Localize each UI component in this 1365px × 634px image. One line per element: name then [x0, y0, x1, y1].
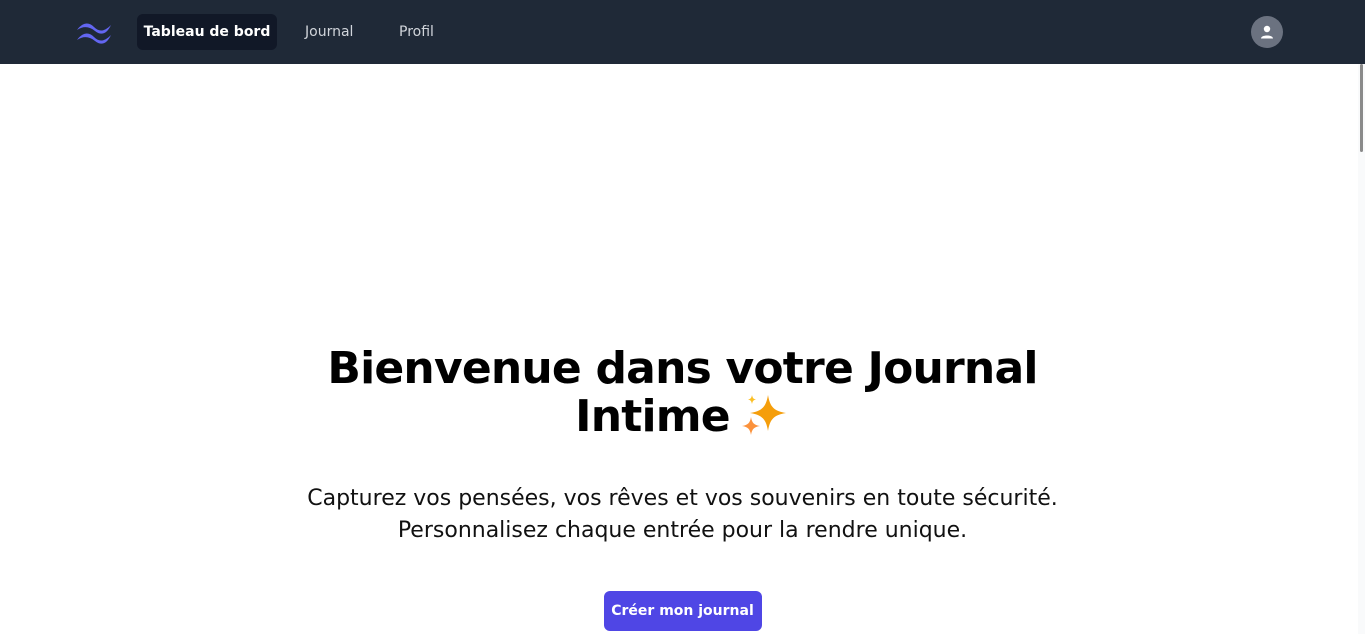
hero-subtitle-line-2: Personnalisez chaque entrée pour la rend…: [397, 518, 968, 543]
nav-tab-dashboard[interactable]: Tableau de bord: [137, 14, 277, 50]
create-journal-button[interactable]: Créer mon journal: [603, 591, 762, 631]
nav-tab-journal[interactable]: Journal: [293, 14, 365, 50]
user-avatar-button[interactable]: [1251, 16, 1283, 48]
hero-subtitle-line-1: Capturez vos pensées, vos rêves et vos s…: [307, 486, 1058, 511]
hero-title: Bienvenue dans votre Journal Intime: [283, 345, 1083, 447]
scrollbar-thumb[interactable]: [1360, 64, 1363, 152]
hero-section: Bienvenue dans votre Journal Intime Capt…: [0, 345, 1365, 631]
hero-title-text: Bienvenue dans votre Journal Intime: [327, 343, 1038, 442]
user-icon: [1261, 25, 1273, 39]
sparkles-icon: [740, 393, 790, 447]
hero-subtitle: Capturez vos pensées, vos rêves et vos s…: [263, 483, 1103, 547]
logo-wave-icon[interactable]: [74, 18, 114, 46]
top-navbar: Tableau de bord Journal Profil: [0, 0, 1365, 64]
nav-tab-profile[interactable]: Profil: [387, 14, 446, 50]
